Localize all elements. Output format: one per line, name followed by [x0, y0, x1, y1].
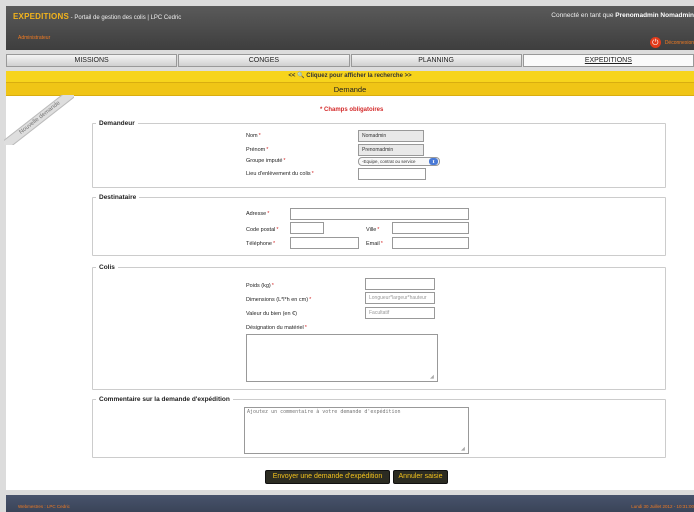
adresse-label: Adresse*: [246, 211, 269, 217]
main-tabs: MISSIONS CONGES PLANNING EXPEDITIONS: [6, 54, 694, 67]
tab-expeditions[interactable]: EXPEDITIONS: [522, 54, 694, 67]
tel-field[interactable]: [290, 237, 359, 249]
ville-label: Ville*: [366, 227, 379, 233]
legend-destinataire: Destinataire: [99, 194, 137, 201]
footer-date: Lundi 30 Juillet 2012 - 10:31:00: [631, 504, 694, 509]
tab-planning[interactable]: PLANNING: [350, 54, 522, 67]
power-icon[interactable]: ⏻: [649, 37, 661, 48]
resize-grip-icon[interactable]: ◢: [430, 375, 435, 380]
cp-label-text: Code postal: [246, 227, 276, 233]
designation-label-text: Désignation du matériel: [246, 325, 304, 331]
lieu-required-mark: *: [311, 171, 314, 177]
prenom-label: Prénom*: [246, 147, 268, 153]
app-header: EXPEDITIONS - Portail de gestion des col…: [6, 6, 694, 50]
user-role: Administrateur: [18, 35, 51, 41]
email-label-text: Email: [366, 241, 380, 247]
nom-label-text: Nom: [246, 133, 258, 139]
tab-conges[interactable]: CONGES: [178, 54, 350, 67]
cancel-button[interactable]: Annuler saisie: [393, 470, 448, 484]
ville-label-text: Ville: [366, 227, 377, 233]
dimensions-label: Dimensions (L*l*h en cm)*: [246, 297, 311, 303]
poids-label-text: Poids (kg): [246, 283, 271, 289]
email-field[interactable]: [392, 237, 469, 249]
connected-user-name: Prenomadmin Nomadmin: [615, 12, 694, 19]
tel-label: Téléphone*: [246, 241, 275, 247]
prenom-required-mark: *: [266, 147, 269, 153]
commentaire-textarea[interactable]: [244, 407, 469, 454]
connected-prefix: Connecté en tant que: [551, 12, 616, 19]
connected-user: Connecté en tant que Prenomadmin Nomadmi…: [551, 12, 694, 19]
footer: Webmestres : LPC Cedric Lundi 30 Juillet…: [6, 495, 694, 512]
footer-webmasters: Webmestres : LPC Cedric: [18, 504, 70, 509]
toggle-search-bar[interactable]: << 🔍 Cliquez pour afficher la recherche …: [6, 71, 694, 82]
designation-label: Désignation du matériel*: [246, 325, 307, 331]
cp-required-mark: *: [276, 227, 279, 233]
legend-commentaire: Commentaire sur la demande d'expédition: [99, 396, 230, 403]
email-label: Email*: [366, 241, 383, 247]
cp-label: Code postal*: [246, 227, 279, 233]
prenom-field[interactable]: [358, 144, 424, 156]
search-bar-text[interactable]: Cliquez pour afficher la recherche >>: [305, 73, 411, 79]
search-icon[interactable]: 🔍: [297, 73, 304, 79]
ville-field[interactable]: [392, 222, 469, 234]
designation-required-mark: *: [304, 325, 307, 331]
adresse-field[interactable]: [290, 208, 469, 220]
legend-colis: Colis: [99, 264, 115, 271]
search-bar-prefix[interactable]: <<: [288, 73, 297, 79]
new-request-ribbon: Nouvelle demande: [4, 95, 74, 145]
chevron-down-icon[interactable]: ⬍: [429, 158, 438, 165]
adresse-label-text: Adresse: [246, 211, 267, 217]
tab-missions[interactable]: MISSIONS: [6, 54, 178, 67]
app-title: EXPEDITIONS - Portail de gestion des col…: [13, 12, 181, 21]
poids-label: Poids (kg)*: [246, 283, 274, 289]
logout-button[interactable]: ⏻ Déconnexion: [649, 37, 694, 48]
lieu-label: Lieu d'enlèvement du colis*: [246, 171, 314, 177]
resize-grip-icon[interactable]: ◢: [461, 447, 466, 452]
groupe-select-value[interactable]: -Equipe, contrat ou service: [362, 159, 416, 164]
email-required-mark: *: [380, 241, 383, 247]
nom-label: Nom*: [246, 133, 261, 139]
groupe-label-text: Groupe imputé: [246, 158, 283, 164]
nom-required-mark: *: [258, 133, 261, 139]
required-note: * Champs obligatoires: [320, 107, 384, 113]
designation-textarea[interactable]: [246, 334, 438, 382]
logout-label[interactable]: Déconnexion: [665, 40, 694, 46]
submit-button[interactable]: Envoyer une demande d'expédition: [265, 470, 390, 484]
app-subtitle: - Portail de gestion des colis | LPC Ced…: [69, 15, 182, 21]
legend-demandeur: Demandeur: [99, 120, 135, 127]
section-title: Demande: [6, 82, 694, 96]
lieu-label-text: Lieu d'enlèvement du colis: [246, 171, 311, 177]
tel-label-text: Téléphone: [246, 241, 272, 247]
dimensions-label-text: Dimensions (L*l*h en cm): [246, 297, 309, 303]
valeur-label: Valeur du bien (en €): [246, 311, 297, 317]
app-brand: EXPEDITIONS: [13, 12, 69, 21]
dimensions-required-mark: *: [309, 297, 312, 303]
lieu-field[interactable]: [358, 168, 426, 180]
dimensions-field[interactable]: [365, 292, 435, 304]
poids-required-mark: *: [271, 283, 274, 289]
poids-field[interactable]: [365, 278, 435, 290]
nom-field[interactable]: [358, 130, 424, 142]
ville-required-mark: *: [377, 227, 380, 233]
tel-required-mark: *: [273, 241, 276, 247]
ribbon-label: Nouvelle demande: [4, 95, 74, 145]
cp-field[interactable]: [290, 222, 324, 234]
prenom-label-text: Prénom: [246, 147, 266, 153]
groupe-select[interactable]: -Equipe, contrat ou service ⬍: [358, 157, 440, 166]
groupe-required-mark: *: [283, 158, 286, 164]
groupe-label: Groupe imputé*: [246, 158, 286, 164]
valeur-field[interactable]: [365, 307, 435, 319]
adresse-required-mark: *: [267, 211, 270, 217]
